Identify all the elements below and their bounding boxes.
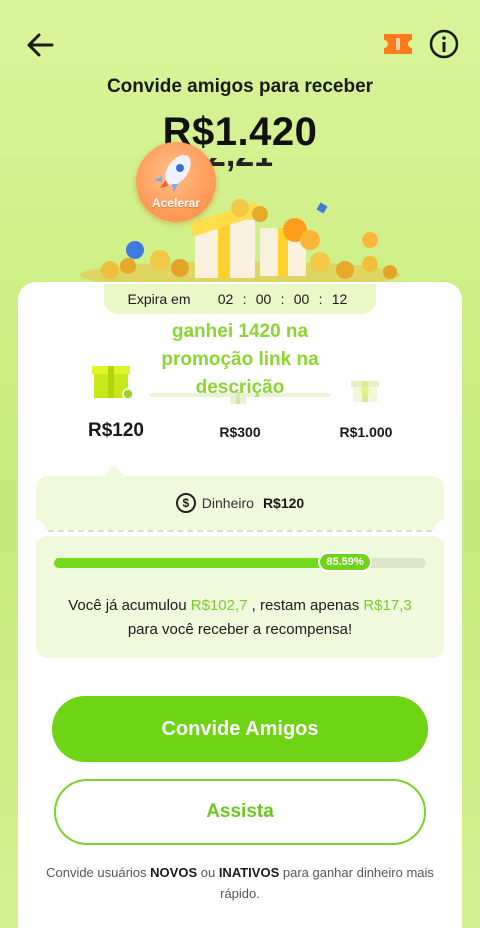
tier-value: R$300: [219, 424, 261, 440]
gift-box-icon: [350, 376, 380, 404]
timer-seconds: 00: [293, 291, 310, 307]
rocket-icon: [154, 154, 191, 192]
watch-button[interactable]: Assista: [54, 779, 426, 845]
gift-box-icon: [90, 360, 134, 400]
reward-amount: R$1.420: [162, 110, 318, 154]
timer-separator: :: [318, 291, 323, 307]
back-arrow-icon[interactable]: [24, 28, 58, 62]
invite-friends-button[interactable]: Convide Amigos: [52, 696, 428, 762]
amount-ghost: 2,21: [0, 158, 480, 174]
accum-prefix: Você já acumulou: [68, 597, 191, 614]
accum-earned: R$102,7: [190, 597, 248, 614]
info-icon[interactable]: [428, 28, 460, 60]
footer-note: Convide usuários NOVOS ou INATIVOS para …: [30, 862, 450, 904]
timer-separator: :: [242, 291, 247, 307]
page-title: Convide amigos para receber: [106, 76, 374, 97]
accum-remaining: R$17,3: [363, 597, 412, 614]
timer-minutes: 00: [255, 291, 272, 307]
footer-inativos: INATIVOS: [218, 865, 280, 880]
tier-pointer: [104, 465, 124, 476]
cash-panel: $ Dinheiro R$120 85.59% Você já acumulou…: [26, 476, 454, 658]
ticket-notch: [26, 520, 46, 540]
footer-text: Convide usuários: [46, 865, 151, 880]
timer-hours: 02: [217, 291, 234, 307]
ticket-icon[interactable]: [382, 30, 414, 58]
ticket-notch: [434, 520, 454, 540]
tier-value: R$1.000: [339, 424, 393, 440]
overlay-caption: ganhei 1420 na promoção link na descriçã…: [161, 321, 319, 398]
treasure-illustration: [70, 190, 410, 290]
dashed-divider: [48, 530, 432, 532]
accumulated-text: Você já acumulou R$102,7 , restam apenas…: [36, 594, 444, 642]
timer-separator: :: [280, 291, 285, 307]
accum-middle: , restam apenas: [247, 597, 364, 614]
dollar-icon: $: [175, 493, 196, 513]
cash-value: R$120: [262, 495, 305, 511]
boost-label: Acelerar: [151, 196, 201, 210]
boost-button[interactable]: Acelerar: [136, 142, 216, 222]
accum-suffix: para você receber a recompensa!: [127, 621, 353, 638]
progress-badge: 85.59%: [318, 552, 372, 572]
amount-ghost-text: 2,21: [207, 158, 273, 174]
tier-value: R$120: [88, 420, 144, 441]
expiry-timer: Expira em 02 : 00 : 00 : 12: [104, 284, 376, 314]
footer-text: ou: [197, 865, 219, 880]
cash-label: Dinheiro: [201, 495, 254, 511]
timer-frames: 12: [331, 291, 348, 307]
footer-novos: NOVOS: [150, 865, 198, 880]
expiry-label: Expira em: [127, 291, 191, 307]
cash-row: $ Dinheiro R$120: [36, 493, 444, 513]
